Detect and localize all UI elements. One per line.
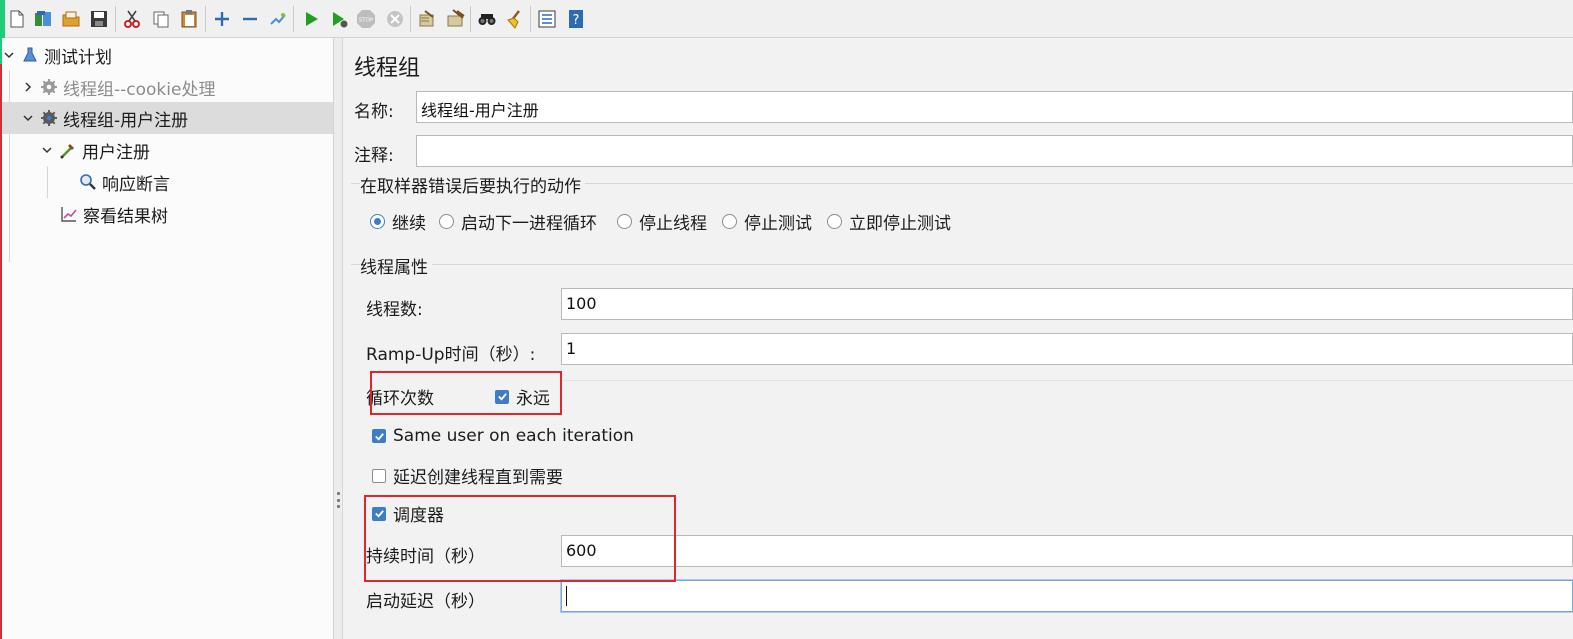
tree-item-view-results-tree[interactable]: 察看结果树 — [2, 198, 333, 230]
text-caret — [566, 586, 567, 606]
gear-icon — [39, 77, 59, 97]
toolbar: STOP ? — [0, 0, 1573, 38]
tree-item-thread-group-cookie[interactable]: 线程组--cookie处理 — [2, 71, 333, 103]
rampup-label: Ramp-Up时间（秒）: — [366, 345, 536, 365]
name-label: 名称: — [354, 102, 394, 122]
highlight-box-loop — [370, 371, 562, 415]
radio-stop-thread[interactable]: 停止线程 — [617, 209, 707, 234]
comment-field[interactable] — [416, 135, 1573, 167]
expand-icon[interactable] — [211, 8, 233, 30]
splitter-grip-icon[interactable] — [337, 492, 340, 508]
startup-delay-field[interactable] — [561, 580, 1573, 612]
chevron-down-icon[interactable] — [40, 143, 54, 157]
highlight-box-scheduler — [364, 495, 676, 582]
start-icon[interactable] — [300, 8, 322, 30]
clear-icon[interactable] — [416, 8, 438, 30]
checkbox-box[interactable] — [372, 429, 386, 443]
radio-label: 立即停止测试 — [849, 214, 951, 234]
test-plan-icon — [20, 45, 40, 65]
rampup-field[interactable]: 1 — [561, 333, 1573, 365]
tree-item-test-plan[interactable]: 测试计划 — [2, 39, 333, 71]
startup-delay-label: 启动延迟（秒） — [366, 592, 485, 612]
gear-icon — [39, 108, 59, 128]
tree-item-response-assertion[interactable]: 响应断言 — [2, 166, 333, 198]
threads-label: 线程数: — [366, 300, 423, 320]
sampler-icon — [58, 140, 78, 160]
radio-stop-test-now[interactable]: 立即停止测试 — [827, 209, 951, 234]
checkbox-label: Same user on each iteration — [393, 426, 634, 446]
tree-item-label: 线程组--cookie处理 — [63, 79, 216, 100]
tree-item-user-register[interactable]: 用户注册 — [2, 134, 333, 166]
delay-thread-creation-checkbox[interactable]: 延迟创建线程直到需要 — [372, 463, 563, 488]
open-icon[interactable] — [60, 8, 82, 30]
radio-start-next-loop[interactable]: 启动下一进程循环 — [439, 209, 597, 234]
radio-dot[interactable] — [617, 214, 632, 229]
svg-text:STOP: STOP — [359, 18, 374, 24]
tree-item-label: 测试计划 — [44, 47, 112, 68]
radio-stop-test[interactable]: 停止测试 — [722, 209, 812, 234]
thread-properties-title: 线程属性 — [360, 253, 432, 278]
reset-search-icon[interactable] — [504, 8, 526, 30]
radio-label: 停止测试 — [744, 214, 812, 234]
left-edge-marker — [0, 64, 2, 639]
checkbox-label: 延迟创建线程直到需要 — [393, 468, 563, 488]
radio-dot[interactable] — [370, 214, 385, 229]
radio-dot[interactable] — [827, 214, 842, 229]
help-icon[interactable]: ? — [565, 8, 587, 30]
copy-icon[interactable] — [150, 8, 172, 30]
radio-label: 停止线程 — [639, 214, 707, 234]
splitter[interactable] — [333, 38, 343, 639]
cut-icon[interactable] — [121, 8, 143, 30]
collapse-icon[interactable] — [239, 8, 261, 30]
error-action-group-title: 在取样器错误后要执行的动作 — [360, 172, 585, 197]
chevron-down-icon[interactable] — [2, 48, 16, 62]
radio-label: 启动下一进程循环 — [461, 214, 597, 234]
threads-field[interactable]: 100 — [561, 288, 1573, 320]
save-icon[interactable] — [88, 8, 110, 30]
name-field[interactable]: 线程组-用户注册 — [416, 91, 1573, 123]
assertion-icon — [78, 172, 98, 192]
function-helper-icon[interactable] — [536, 8, 558, 30]
test-plan-tree: 测试计划 线程组--cookie处理 线程组-用户注册 用户注册 响应断言 察看… — [2, 38, 333, 639]
shutdown-icon[interactable] — [384, 8, 406, 30]
start-no-pause-icon[interactable] — [328, 8, 350, 30]
tree-item-label: 用户注册 — [82, 142, 150, 163]
svg-text:?: ? — [573, 13, 580, 28]
tree-item-label: 线程组-用户注册 — [63, 110, 189, 131]
listener-icon — [59, 204, 79, 224]
radio-dot[interactable] — [439, 214, 454, 229]
radio-dot[interactable] — [722, 214, 737, 229]
comment-label: 注释: — [354, 146, 394, 166]
clear-all-icon[interactable] — [445, 8, 467, 30]
toggle-icon[interactable] — [267, 8, 289, 30]
tree-item-label: 察看结果树 — [83, 206, 168, 227]
paste-icon[interactable] — [178, 8, 200, 30]
chevron-right-icon[interactable] — [21, 80, 35, 94]
duration-field[interactable]: 600 — [561, 535, 1573, 567]
thread-group-panel: 线程组 名称: 线程组-用户注册 注释: 在取样器错误后要执行的动作 继续 启动… — [343, 38, 1573, 639]
page-title: 线程组 — [354, 56, 421, 81]
tree-item-thread-group-register[interactable]: 线程组-用户注册 — [2, 102, 333, 134]
chevron-down-icon[interactable] — [21, 111, 35, 125]
tree-item-label: 响应断言 — [102, 174, 170, 195]
radio-label: 继续 — [392, 214, 426, 234]
stop-icon[interactable]: STOP — [355, 8, 377, 30]
search-icon[interactable] — [476, 8, 498, 30]
templates-icon[interactable] — [32, 8, 54, 30]
checkbox-box[interactable] — [372, 468, 386, 483]
new-icon[interactable] — [6, 8, 28, 30]
radio-continue[interactable]: 继续 — [370, 209, 426, 234]
same-user-checkbox[interactable]: Same user on each iteration — [372, 426, 634, 446]
